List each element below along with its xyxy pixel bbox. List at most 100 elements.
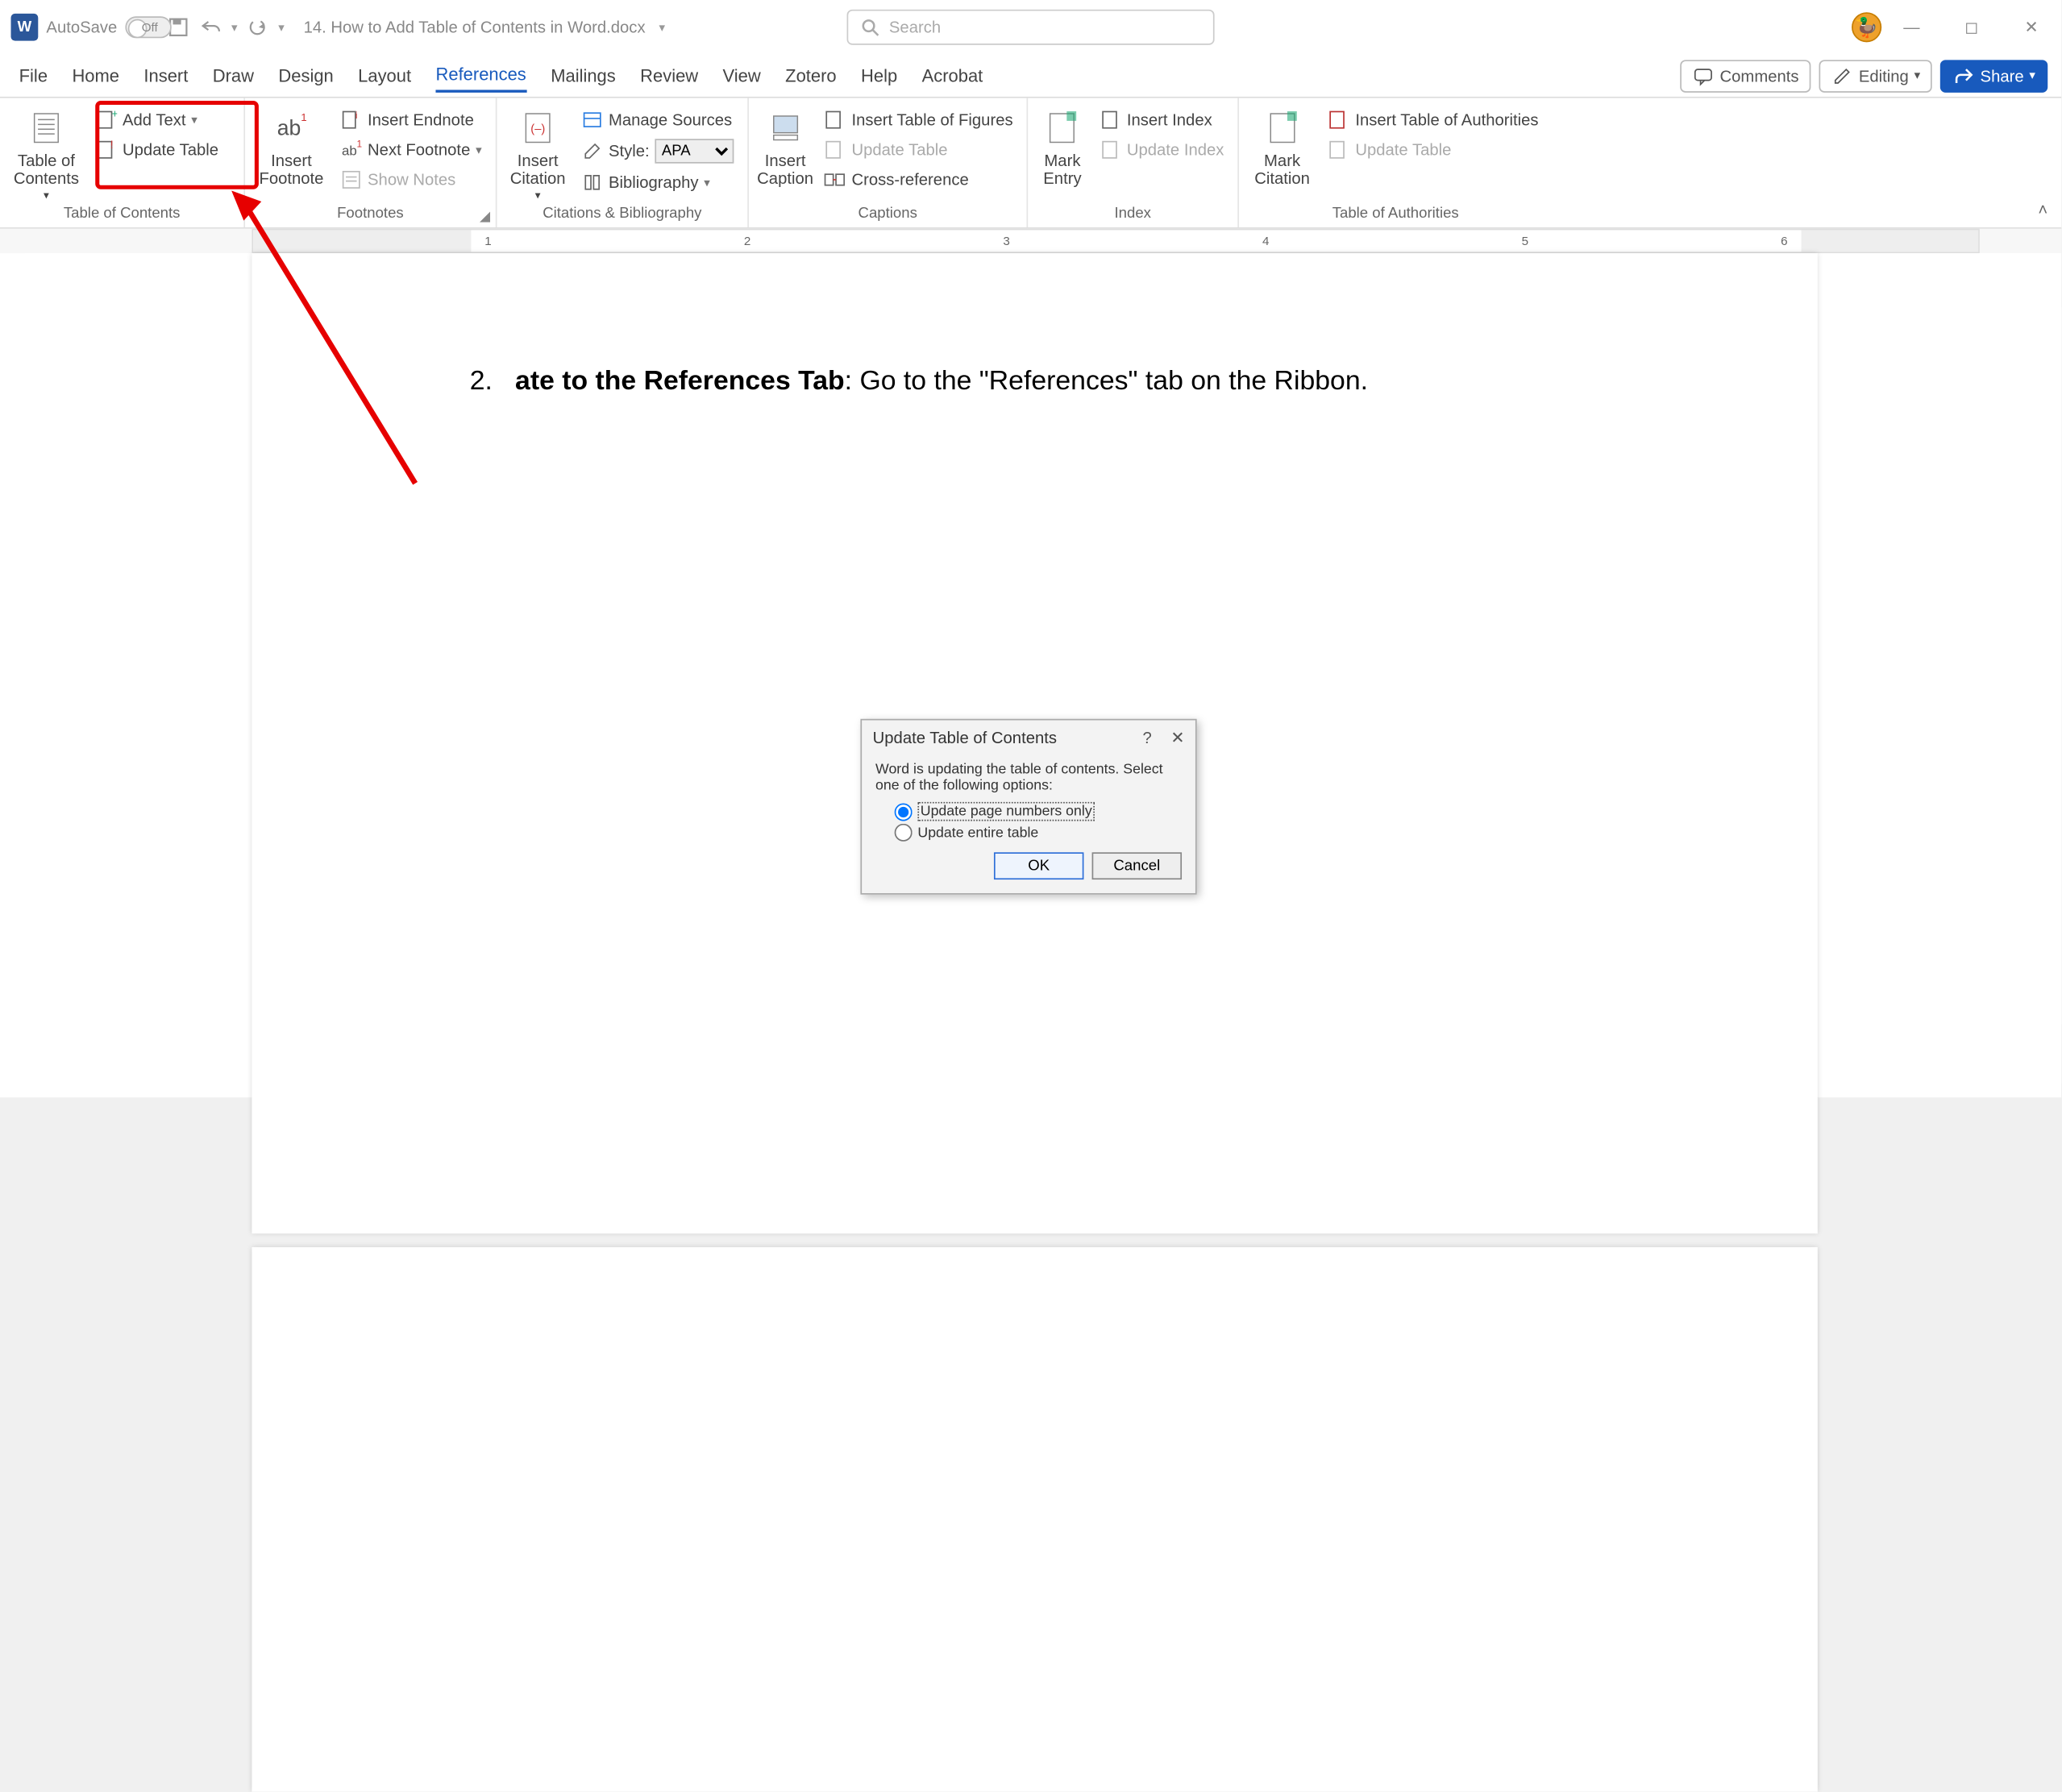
mark-citation-button[interactable]: Mark Citation [1247, 103, 1317, 188]
tab-help[interactable]: Help [861, 60, 897, 91]
mark-entry-icon [1041, 106, 1084, 150]
ruler-mark: 1 [484, 235, 491, 248]
user-avatar[interactable]: 🦆 [1852, 12, 1881, 42]
tab-references[interactable]: References [436, 59, 526, 93]
insert-citation-button[interactable]: (–) Insert Citation ▾ [505, 103, 571, 203]
comment-icon [1693, 64, 1715, 86]
update-icon [825, 139, 846, 160]
captions-update-table-button: Update Table [819, 136, 1018, 164]
collapse-ribbon-icon[interactable]: ˄ [2038, 200, 2047, 219]
ruler-mark: 6 [1781, 235, 1787, 248]
radio-update-page-numbers[interactable]: Update page numbers only [895, 802, 1182, 821]
document-canvas[interactable]: 2. ate to the References Tab: Go to the … [0, 253, 2061, 1097]
cross-reference-button[interactable]: Cross-reference [819, 166, 1018, 193]
bibliography-button[interactable]: Bibliography [576, 168, 739, 196]
radio-page-numbers-input[interactable] [895, 803, 913, 821]
tab-view[interactable]: View [723, 60, 761, 91]
mark-entry-button[interactable]: Mark Entry [1036, 103, 1088, 188]
dialog-cancel-button[interactable]: Cancel [1092, 852, 1182, 879]
tab-mailings[interactable]: Mailings [551, 60, 616, 91]
tab-draw[interactable]: Draw [213, 60, 254, 91]
cross-ref-label: Cross-reference [851, 170, 968, 189]
doc-line-bold: ate to the References Tab [515, 366, 845, 396]
tab-design[interactable]: Design [278, 60, 333, 91]
radio-update-entire-table[interactable]: Update entire table [895, 824, 1182, 842]
group-label-index: Index [1036, 203, 1229, 227]
autosave-label: AutoSave [46, 18, 117, 37]
update-toc-dialog: Update Table of Contents ? ✕ Word is upd… [860, 719, 1196, 895]
svg-text:1: 1 [357, 139, 363, 149]
page-corner-mark [401, 1043, 429, 1071]
table-of-contents-button[interactable]: Table of Contents ▾ [8, 103, 85, 203]
insert-citation-label: Insert Citation [505, 152, 571, 189]
footnotes-launcher-icon[interactable]: ◢ [480, 210, 490, 225]
close-window-button[interactable]: ✕ [2002, 6, 2061, 48]
tab-zotero[interactable]: Zotero [785, 60, 836, 91]
ruler-mark: 3 [1003, 235, 1009, 248]
pencil-icon [1831, 64, 1853, 86]
word-app-icon: W [11, 14, 39, 41]
endnote-icon: i [340, 109, 362, 131]
page-content[interactable]: 2. ate to the References Tab: Go to the … [252, 253, 1817, 427]
tab-home[interactable]: Home [72, 60, 119, 91]
document-page-next [252, 1247, 1817, 1792]
insert-caption-button[interactable]: Insert Caption [757, 103, 813, 188]
minimize-button[interactable]: — [1881, 6, 1941, 48]
ruler-mark: 2 [744, 235, 750, 248]
group-citations: (–) Insert Citation ▾ Manage Sources Sty… [497, 98, 748, 227]
search-input[interactable]: Search [847, 10, 1215, 45]
insert-toa-button[interactable]: Insert Table of Authorities [1323, 106, 1544, 134]
insert-index-button[interactable]: Insert Index [1094, 106, 1229, 134]
tab-acrobat[interactable]: Acrobat [922, 60, 983, 91]
tof-icon [825, 109, 846, 131]
title-dropdown-icon[interactable]: ▾ [659, 19, 665, 35]
insert-index-icon [1100, 109, 1121, 131]
ruler-mark: 5 [1522, 235, 1528, 248]
bibliography-icon [581, 172, 603, 193]
update-index-button: Update Index [1094, 136, 1229, 164]
share-button[interactable]: Share ▾ [1941, 59, 2048, 92]
manage-sources-button[interactable]: Manage Sources [576, 106, 739, 134]
redo-icon[interactable] [246, 15, 270, 39]
ribbon-tabs: File Home Insert Draw Design Layout Refe… [0, 55, 2061, 98]
radio-entire-label: Update entire table [917, 825, 1038, 841]
dialog-ok-button[interactable]: OK [994, 852, 1083, 879]
comments-button[interactable]: Comments [1681, 59, 1811, 92]
show-notes-button: Show Notes [335, 166, 487, 193]
tab-file[interactable]: File [19, 60, 48, 91]
citation-icon: (–) [516, 106, 559, 150]
style-dropdown[interactable]: APA [655, 139, 734, 163]
search-icon [859, 16, 881, 38]
svg-text:i: i [355, 110, 358, 121]
share-icon [1953, 64, 1975, 86]
show-notes-label: Show Notes [368, 170, 455, 189]
qat-customize-icon[interactable]: ▾ [278, 19, 285, 35]
group-label-toc: Table of Contents [8, 203, 235, 227]
manage-sources-icon [581, 109, 603, 131]
share-label: Share [1981, 66, 2024, 85]
dialog-close-button[interactable]: ✕ [1170, 729, 1184, 748]
citation-style-select[interactable]: Style: APA [576, 136, 739, 166]
caption-icon [763, 106, 807, 150]
list-number: 2. [470, 366, 493, 396]
horizontal-ruler[interactable]: 1 2 3 4 5 6 [0, 229, 2061, 253]
tab-review[interactable]: Review [640, 60, 698, 91]
insert-footnote-button[interactable]: ab1 Insert Footnote [253, 103, 330, 188]
next-footnote-button[interactable]: ab1 Next Footnote [335, 136, 487, 164]
tab-insert[interactable]: Insert [143, 60, 188, 91]
chevron-down-icon: ▾ [535, 191, 541, 203]
radio-entire-input[interactable] [895, 824, 913, 842]
dialog-help-button[interactable]: ? [1142, 729, 1151, 748]
insert-endnote-button[interactable]: i Insert Endnote [335, 106, 487, 134]
group-label-footnotes: Footnotes [253, 203, 488, 227]
editing-mode-button[interactable]: Editing ▾ [1819, 59, 1933, 92]
maximize-button[interactable]: ◻ [1942, 6, 2002, 48]
undo-icon[interactable] [198, 15, 222, 39]
show-notes-icon [340, 168, 362, 190]
insert-table-of-figures-button[interactable]: Insert Table of Figures [819, 106, 1018, 134]
tab-layout[interactable]: Layout [358, 60, 411, 91]
svg-text:(–): (–) [530, 123, 545, 136]
undo-dropdown-icon[interactable]: ▾ [231, 19, 238, 35]
svg-text:1: 1 [301, 111, 306, 123]
tof-label: Insert Table of Figures [851, 110, 1012, 130]
